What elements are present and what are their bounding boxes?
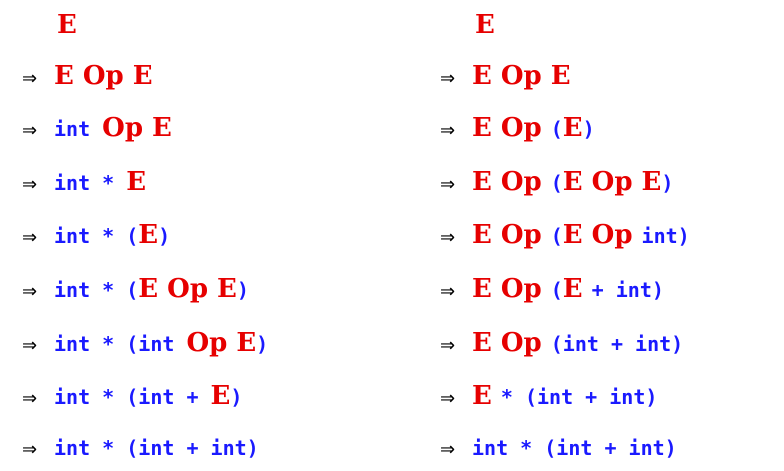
derives-arrow: ⇒ xyxy=(22,174,38,195)
nonterminal-text: E Op E xyxy=(472,61,571,91)
terminal-text: int) xyxy=(641,224,690,248)
derives-arrow: ⇒ xyxy=(22,227,38,248)
derivation-step: ⇒ int * (int + int) xyxy=(418,428,677,468)
nonterminal-text: E Op xyxy=(472,274,551,304)
terminal-text: ( xyxy=(550,171,563,195)
terminal-text: int * (int + int) xyxy=(54,436,259,460)
nonterminal-text: E xyxy=(126,167,147,197)
terminal-text: ) xyxy=(256,332,269,356)
derivation-step: ⇒ E Op (E Op int) xyxy=(418,215,690,255)
nonterminal-text: E Op xyxy=(472,113,551,143)
derivation-step: ⇒ int * (int + E) xyxy=(0,376,242,416)
start-symbol: E xyxy=(475,10,495,40)
terminal-text: * (int + int) xyxy=(500,385,658,409)
derives-arrow: ⇒ xyxy=(440,120,456,141)
nonterminal-text: E Op E xyxy=(138,274,237,304)
derivation-step: ⇒ int * (int + int) xyxy=(0,428,259,468)
derives-arrow: ⇒ xyxy=(440,388,456,409)
derivation-start: E xyxy=(418,5,495,45)
nonterminal-text: E xyxy=(472,381,501,411)
terminal-text: ( xyxy=(550,117,563,141)
derives-arrow: ⇒ xyxy=(22,120,38,141)
nonterminal-text: E Op xyxy=(472,328,551,358)
nonterminal-text: E xyxy=(138,220,159,250)
derivation-step: ⇒ E Op E xyxy=(418,56,571,96)
derives-arrow: ⇒ xyxy=(440,335,456,356)
derivation-step: ⇒ E Op E xyxy=(0,56,153,96)
start-symbol: E xyxy=(57,10,77,40)
nonterminal-text: E xyxy=(562,113,583,143)
derivation-step: ⇒ E Op (E) xyxy=(418,108,595,148)
terminal-text: ) xyxy=(158,224,171,248)
terminal-text: int * xyxy=(54,171,127,195)
derivation-step: ⇒ E Op (E Op E) xyxy=(418,162,673,202)
derives-arrow: ⇒ xyxy=(440,227,456,248)
derivation-step: ⇒ int * E xyxy=(0,162,146,202)
terminal-text: int * (int xyxy=(54,332,187,356)
nonterminal-text: E Op xyxy=(472,220,551,250)
nonterminal-text: E Op xyxy=(562,220,642,250)
nonterminal-text: Op E xyxy=(186,328,257,358)
derives-arrow: ⇒ xyxy=(440,439,456,460)
nonterminal-text: E Op E xyxy=(54,61,153,91)
derives-arrow: ⇒ xyxy=(440,281,456,302)
derivation-step: ⇒ int * (E Op E) xyxy=(0,269,249,309)
terminal-text: + int) xyxy=(591,278,664,302)
terminal-text: int xyxy=(54,117,103,141)
derivation-step: ⇒ E Op (E + int) xyxy=(418,269,664,309)
nonterminal-text: Op E xyxy=(102,113,172,143)
derives-arrow: ⇒ xyxy=(440,68,456,89)
terminal-text: ) xyxy=(236,278,249,302)
derives-arrow: ⇒ xyxy=(22,68,38,89)
derivation-step: ⇒ E Op (int + int) xyxy=(418,323,683,363)
derivation-step: ⇒ E * (int + int) xyxy=(418,376,657,416)
derivation-step: ⇒ int * (E) xyxy=(0,215,170,255)
nonterminal-text: E xyxy=(210,381,231,411)
nonterminal-text: E Op xyxy=(472,167,551,197)
derives-arrow: ⇒ xyxy=(22,281,38,302)
terminal-text: int * (int + xyxy=(54,385,211,409)
derives-arrow: ⇒ xyxy=(22,388,38,409)
terminal-text: int * ( xyxy=(54,278,139,302)
nonterminal-text: E xyxy=(562,274,592,304)
terminal-text: ( xyxy=(550,278,563,302)
terminal-text: ) xyxy=(661,171,674,195)
derives-arrow: ⇒ xyxy=(22,335,38,356)
derivation-step: ⇒ int Op E xyxy=(0,108,172,148)
terminal-text: (int + int) xyxy=(550,332,684,356)
terminal-text: int * ( xyxy=(54,224,139,248)
terminal-text: ( xyxy=(550,224,563,248)
terminal-text: ) xyxy=(230,385,243,409)
derives-arrow: ⇒ xyxy=(22,439,38,460)
derivation-start: E xyxy=(0,5,77,45)
terminal-text: ) xyxy=(582,117,595,141)
terminal-text: int * (int + int) xyxy=(472,436,677,460)
derives-arrow: ⇒ xyxy=(440,174,456,195)
nonterminal-text: E Op E xyxy=(562,167,662,197)
derivation-step: ⇒ int * (int Op E) xyxy=(0,323,268,363)
